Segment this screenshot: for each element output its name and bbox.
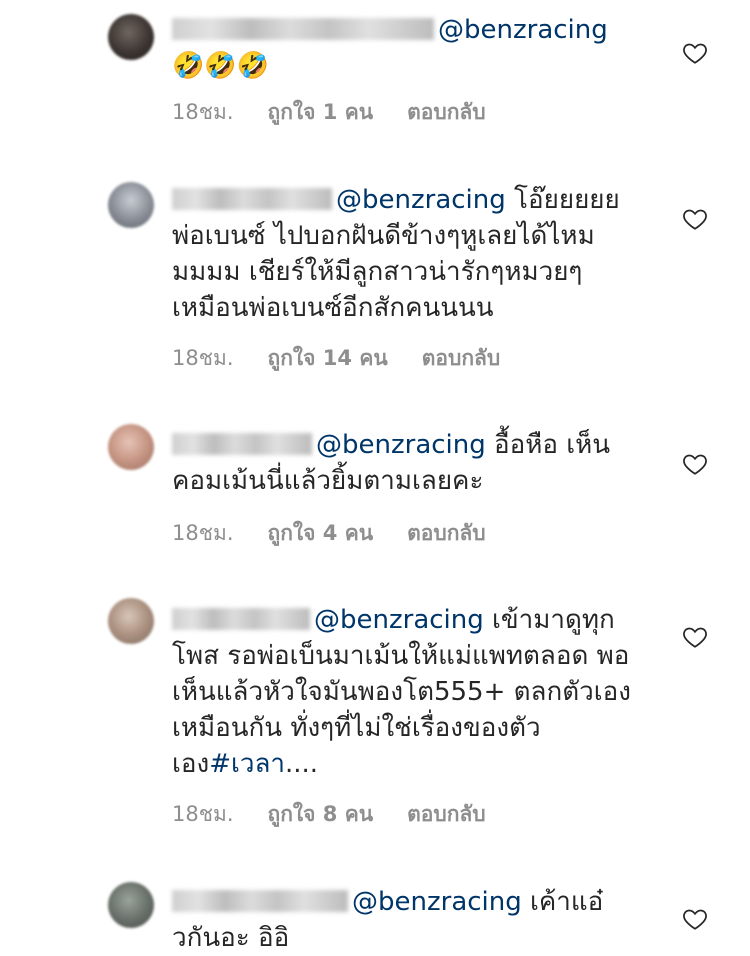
- username-blurred[interactable]: [172, 608, 310, 630]
- timestamp: 18ชม.: [172, 346, 234, 370]
- mention-link[interactable]: @benzracing: [316, 430, 486, 460]
- mention-link[interactable]: @benzracing: [314, 605, 484, 635]
- avatar[interactable]: [108, 598, 154, 644]
- heart-outline-icon[interactable]: [682, 624, 708, 650]
- avatar[interactable]: [108, 182, 154, 228]
- comment-text: @benzracing 🤣🤣🤣: [172, 12, 652, 84]
- reply-button[interactable]: ตอบกลับ: [422, 342, 501, 375]
- hashtag-link[interactable]: #เวลา: [209, 749, 285, 779]
- reply-button[interactable]: ตอบกลับ: [407, 798, 486, 831]
- comment-body-trail: ....: [285, 749, 319, 779]
- heart-outline-icon[interactable]: [682, 206, 708, 232]
- timestamp: 18ชม.: [172, 802, 234, 826]
- mention-link[interactable]: @benzracing: [438, 15, 608, 45]
- avatar[interactable]: [108, 882, 154, 928]
- likes-count[interactable]: ถูกใจ 4 คน: [268, 517, 374, 550]
- comment-body: 🤣🤣🤣: [172, 51, 270, 81]
- comment-meta: 18ชม. ถูกใจ 8 คน ตอบกลับ: [172, 798, 520, 831]
- username-blurred[interactable]: [172, 18, 434, 40]
- username-blurred[interactable]: [172, 188, 332, 210]
- avatar[interactable]: [108, 14, 154, 60]
- username-blurred[interactable]: [172, 890, 348, 912]
- comment-text: @benzracing โอ๊ยยยยย พ่อเบนซ์ ไปบอกฝันดี…: [172, 182, 642, 326]
- comment-meta: 18ชม. ถูกใจ 4 คน ตอบกลับ: [172, 517, 520, 550]
- heart-outline-icon[interactable]: [682, 906, 708, 932]
- comment-text: @benzracing อื้อหือ เห็นคอมเม้นนี่แล้วยิ…: [172, 427, 632, 499]
- comment-meta: 18ชม. ถูกใจ 14 คน ตอบกลับ: [172, 342, 534, 375]
- mention-link[interactable]: @benzracing: [336, 185, 506, 215]
- likes-count[interactable]: ถูกใจ 14 คน: [268, 342, 388, 375]
- likes-count[interactable]: ถูกใจ 8 คน: [268, 798, 374, 831]
- likes-count[interactable]: ถูกใจ 1 คน: [268, 96, 374, 129]
- reply-button[interactable]: ตอบกลับ: [407, 517, 486, 550]
- comment-text: @benzracing เข้ามาดูทุกโพส รอพ่อเบ็นมาเม…: [172, 602, 642, 782]
- heart-outline-icon[interactable]: [682, 40, 708, 66]
- reply-button[interactable]: ตอบกลับ: [407, 96, 486, 129]
- comment-meta: 18ชม. ถูกใจ 1 คน ตอบกลับ: [172, 96, 520, 129]
- username-blurred[interactable]: [172, 433, 312, 455]
- avatar[interactable]: [108, 424, 154, 470]
- heart-outline-icon[interactable]: [682, 451, 708, 477]
- timestamp: 18ชม.: [172, 521, 234, 545]
- timestamp: 18ชม.: [172, 100, 234, 124]
- mention-link[interactable]: @benzracing: [352, 887, 522, 917]
- comment-text: @benzracing เค้าแอ๋วกันอะ อิอิ: [172, 884, 622, 956]
